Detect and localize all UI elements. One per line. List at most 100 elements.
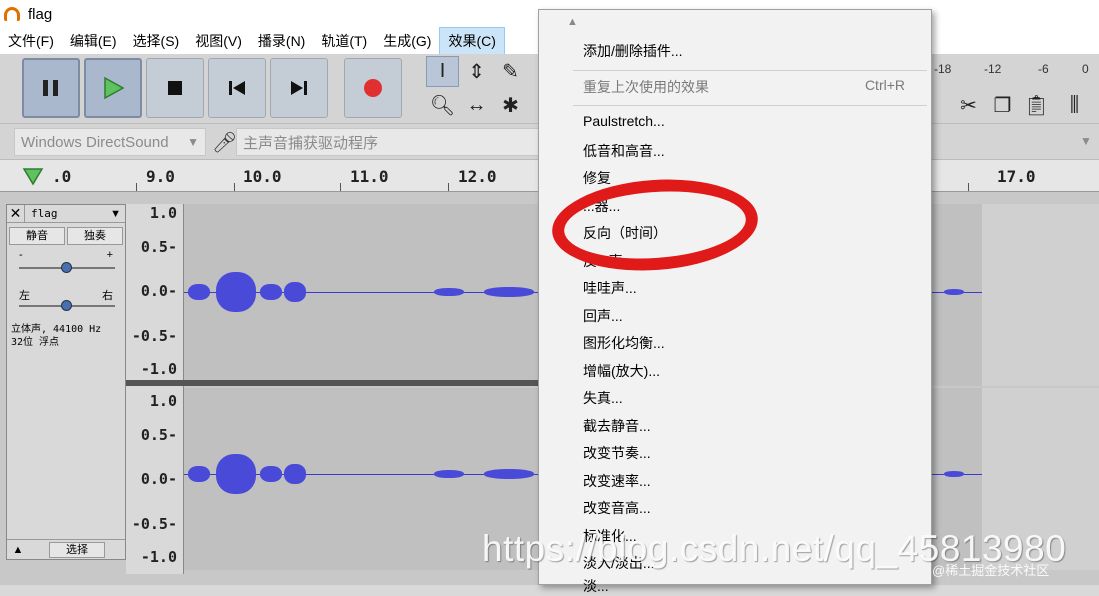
waveform-channel-left-end[interactable] xyxy=(930,204,1099,386)
menu-item-paulstretch[interactable]: Paulstretch... xyxy=(583,113,665,129)
close-track-icon[interactable]: ✕ xyxy=(7,205,25,222)
menu-transport[interactable]: 播录(N) xyxy=(250,28,313,54)
select-track-button[interactable]: 选择 xyxy=(49,541,105,558)
track-sample-format: 32位 浮点 xyxy=(11,337,60,348)
double-arrow-icon: ↔ xyxy=(466,94,487,116)
track-menu-chevron-icon[interactable]: ▼ xyxy=(110,208,121,220)
menu-generate[interactable]: 生成(G) xyxy=(375,28,439,54)
pause-icon xyxy=(43,80,58,96)
draw-tool[interactable]: ✎ xyxy=(494,56,527,87)
stop-button[interactable] xyxy=(146,58,204,118)
waveform-channel-left[interactable] xyxy=(184,204,544,386)
window-title: flag xyxy=(28,5,53,23)
menu-effect[interactable]: 效果(C) xyxy=(439,27,505,55)
meter-label: -6 xyxy=(1038,62,1049,76)
mute-button[interactable]: 静音 xyxy=(9,227,65,245)
menu-item-add-remove-plugins[interactable]: 添加/删除插件... xyxy=(583,41,683,61)
scale-label: 0.5- xyxy=(140,426,177,444)
ruler-tick-label: 10.0 xyxy=(243,167,282,186)
i-beam-icon: I xyxy=(439,60,446,82)
menu-item-shortcut: Ctrl+R xyxy=(864,77,905,93)
ruler-tick-label: 12.0 xyxy=(458,167,497,186)
play-icon xyxy=(104,76,125,100)
magnifier-icon: 🔍︎ xyxy=(429,95,456,117)
ruler-tick-label: .0 xyxy=(52,167,72,186)
menu-item-partial-3[interactable]: 淡... xyxy=(583,576,609,596)
menu-file[interactable]: 文件(F) xyxy=(0,28,62,54)
play-button[interactable] xyxy=(84,58,142,118)
playhead-icon xyxy=(22,168,44,186)
meter-label: -12 xyxy=(984,62,1002,76)
gain-slider-thumb[interactable] xyxy=(61,262,72,273)
menu-item-repeat-last-effect[interactable]: 重复上次使用的效果 xyxy=(583,77,709,97)
record-button[interactable] xyxy=(344,58,402,118)
meter-label: 0 xyxy=(1082,62,1089,76)
track-name[interactable]: flag xyxy=(31,207,58,220)
pan-left-label: 左 xyxy=(19,290,30,302)
chevron-down-icon: ▼ xyxy=(187,135,199,149)
scale-label: 1.0 xyxy=(149,392,177,410)
multi-tool[interactable]: ✱ xyxy=(494,90,527,121)
pencil-icon: ✎ xyxy=(502,61,519,83)
watermark-corner: @稀土掘金技术社区 xyxy=(932,563,1050,578)
scale-label: 0.0- xyxy=(140,470,177,488)
track-control-panel: ✕ flag ▼ 静音 独奏 - + 左 右 立体声, 44100 Hz 32位… xyxy=(6,204,126,560)
menu-select[interactable]: 选择(S) xyxy=(125,28,188,54)
scale-label: -0.5- xyxy=(131,515,177,533)
selection-tool[interactable]: I xyxy=(426,56,459,87)
solo-button[interactable]: 独奏 xyxy=(67,227,123,245)
recording-device-select[interactable]: 主声音捕获驱动程序 xyxy=(236,128,542,156)
time-shift-tool[interactable]: ↔ xyxy=(460,90,493,121)
audacity-logo-icon xyxy=(4,7,20,21)
menu-item-change-speed[interactable]: 改变速率... xyxy=(583,471,651,491)
scale-label: 0.5- xyxy=(140,238,177,256)
scroll-up-arrow-icon[interactable]: ▲ xyxy=(567,16,578,28)
skip-to-start-button[interactable] xyxy=(208,58,266,118)
ruler-tick-label: 9.0 xyxy=(146,167,175,186)
zoom-tool[interactable]: 🔍︎ xyxy=(426,90,459,121)
scissors-icon: ✂ xyxy=(960,95,977,117)
trim-button[interactable]: ⫼ xyxy=(1058,90,1091,121)
menu-item-repair[interactable]: 修复 xyxy=(583,168,611,188)
pan-slider[interactable] xyxy=(19,300,115,311)
microphone-icon: 🎤︎ xyxy=(212,132,238,154)
audio-host-value: Windows DirectSound xyxy=(21,133,169,151)
menu-item-bass-treble[interactable]: 低音和高音... xyxy=(583,141,665,161)
chevron-down-icon[interactable]: ▼ xyxy=(1080,134,1092,148)
menu-tracks[interactable]: 轨道(T) xyxy=(313,28,375,54)
ruler-tick-label: 17.0 xyxy=(997,167,1036,186)
audio-host-select[interactable]: Windows DirectSound ▼ xyxy=(14,128,206,156)
envelope-icon: ⇕ xyxy=(468,61,485,83)
meter-label: -18 xyxy=(934,62,952,76)
envelope-tool[interactable]: ⇕ xyxy=(460,56,493,87)
menu-item-wahwah[interactable]: 哇哇声... xyxy=(583,278,637,298)
skip-start-icon xyxy=(229,81,245,95)
scale-label: 1.0 xyxy=(149,204,177,222)
menu-item-amplify[interactable]: 增幅(放大)... xyxy=(583,361,660,381)
menu-item-distortion[interactable]: 失真... xyxy=(583,388,623,408)
skip-end-icon xyxy=(291,81,307,95)
copy-icon: ❐ xyxy=(993,95,1012,117)
menu-item-change-pitch[interactable]: 改变音高... xyxy=(583,498,651,518)
asterisk-icon: ✱ xyxy=(502,95,519,117)
skip-to-end-button[interactable] xyxy=(270,58,328,118)
menu-edit[interactable]: 编辑(E) xyxy=(62,28,125,54)
menu-item-change-tempo[interactable]: 改变节奏... xyxy=(583,443,651,463)
collapse-track-icon[interactable]: ▲ xyxy=(7,544,29,556)
copy-button[interactable]: ❐ xyxy=(986,90,1019,121)
paste-button[interactable]: 📋︎ xyxy=(1020,90,1053,121)
track-format: 立体声, 44100 Hz xyxy=(11,324,102,335)
stop-icon xyxy=(168,81,182,95)
gain-slider[interactable] xyxy=(19,262,115,273)
gain-minus-label: - xyxy=(19,249,23,261)
menu-item-graphic-eq[interactable]: 图形化均衡... xyxy=(583,333,665,353)
menu-item-echo[interactable]: 回声... xyxy=(583,306,623,326)
menu-view[interactable]: 视图(V) xyxy=(187,28,250,54)
ruler-tick-label: 11.0 xyxy=(350,167,389,186)
cut-button[interactable]: ✂ xyxy=(952,90,985,121)
pan-slider-thumb[interactable] xyxy=(61,300,72,311)
clipboard-icon: 📋︎ xyxy=(1023,95,1050,117)
pause-button[interactable] xyxy=(22,58,80,118)
menu-item-truncate-silence[interactable]: 截去静音... xyxy=(583,416,651,436)
scale-label: -1.0 xyxy=(140,360,177,378)
